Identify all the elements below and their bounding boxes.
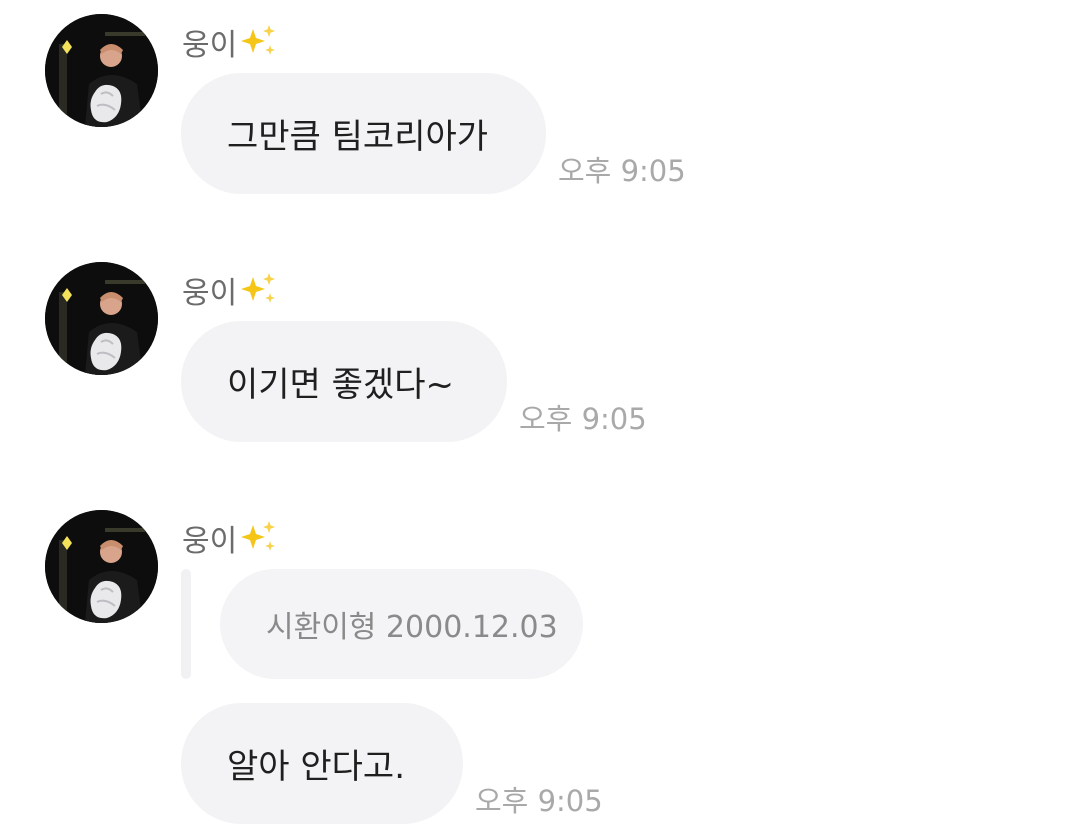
message-text: 이기면 좋겠다~ [227,365,454,405]
sender-name-text: 웅이 [182,28,238,63]
reply-indicator-bar [181,569,191,679]
message-time: 오후 9:05 [558,154,686,188]
sender-name: 웅이 [182,23,279,65]
sparkles-icon [239,519,279,561]
sender-name: 웅이 [182,519,279,561]
sender-name-text: 웅이 [182,524,238,559]
message-time: 오후 9:05 [475,784,603,818]
sparkles-icon [239,23,279,65]
avatar[interactable] [45,510,158,623]
message-bubble[interactable]: 그만큼 팀코리아가 [181,73,546,194]
message-bubble[interactable]: 알아 안다고. [181,703,463,824]
sender-name-text: 웅이 [182,276,238,311]
message-bubble[interactable]: 이기면 좋겠다~ [181,321,507,442]
message-text: 그만큼 팀코리아가 [227,117,489,157]
sparkles-icon [239,271,279,313]
avatar[interactable] [45,14,158,127]
avatar[interactable] [45,262,158,375]
sender-name: 웅이 [182,271,279,313]
message-time: 오후 9:05 [519,402,647,436]
message-text: 알아 안다고. [227,747,406,787]
quoted-reply-text: 시환이형 2000.12.03 [266,610,558,645]
quoted-reply[interactable]: 시환이형 2000.12.03 [220,569,583,679]
